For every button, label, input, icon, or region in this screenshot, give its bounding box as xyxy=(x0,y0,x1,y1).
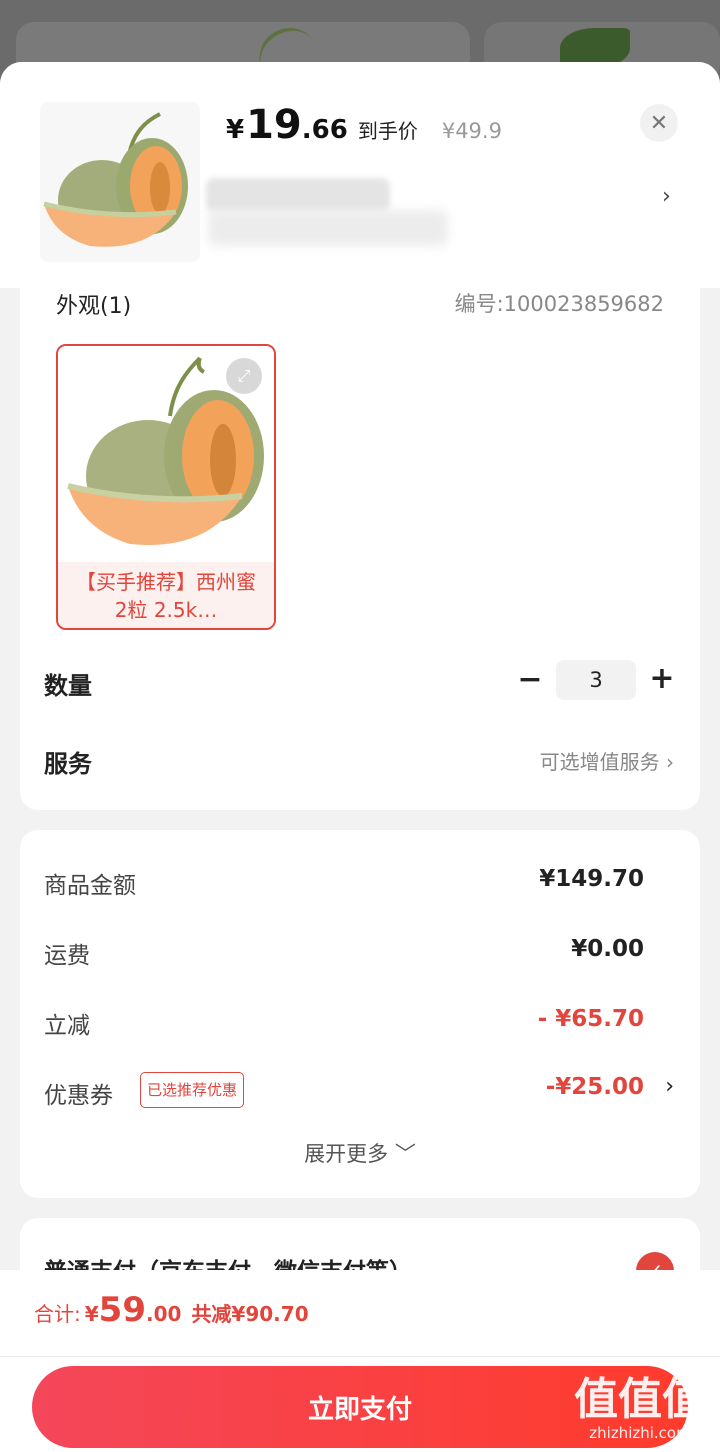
coupon-label: 优惠券 xyxy=(44,1083,113,1109)
footer-divider xyxy=(0,1356,720,1357)
price-symbol: ¥ xyxy=(226,115,245,145)
total-integer: 59 xyxy=(98,1290,146,1330)
discount-value: - ¥65.70 xyxy=(537,1006,644,1032)
coupon-tag[interactable]: 已选推荐优惠 xyxy=(140,1072,245,1108)
checkout-sheet: ¥ 19 .66 到手价 ¥49.9 ✕ › 外观(1) 编号:10002385… xyxy=(0,62,720,1452)
spec-option-label: 【买手推荐】西州蜜 2粒 2.5k… xyxy=(58,562,274,628)
spec-option-selected[interactable]: ⤢ 【买手推荐】西州蜜 2粒 2.5k… xyxy=(56,344,276,630)
quantity-label: 数量 xyxy=(44,672,92,700)
coupon-value[interactable]: -¥25.00 xyxy=(546,1074,644,1100)
total-saved: 共减¥90.70 xyxy=(191,1302,309,1326)
quantity-minus-button[interactable]: − xyxy=(516,662,544,702)
blurred-address-text xyxy=(208,210,448,246)
price-tag: 到手价 xyxy=(357,119,418,143)
total-decimal: .00 xyxy=(146,1302,182,1326)
watermark: 值值值 zhizhizhi.com xyxy=(568,1376,712,1446)
total-symbol: ¥ xyxy=(84,1302,99,1326)
expand-more-button[interactable]: 展开更多 ﹀ xyxy=(20,1138,700,1168)
goods-amount-value: ¥149.70 xyxy=(539,866,644,892)
spec-title: 外观(1) xyxy=(56,294,132,319)
chevron-right-icon[interactable]: › xyxy=(665,1074,674,1099)
close-icon[interactable]: ✕ xyxy=(640,104,678,142)
watermark-logo: 值值值 xyxy=(574,1374,706,1425)
total-label: 合计: xyxy=(34,1302,81,1326)
shipping-label: 运费 xyxy=(44,943,90,969)
watermark-url: zhizhizhi.com xyxy=(589,1424,691,1442)
fee-card: 商品金额 ¥149.70 运费 ¥0.00 立减 - ¥65.70 优惠券 已选… xyxy=(20,830,700,1198)
spec-number: 编号:100023859682 xyxy=(454,292,664,316)
quantity-plus-button[interactable]: + xyxy=(648,660,676,700)
original-price: ¥49.9 xyxy=(441,119,502,143)
service-hint-link[interactable]: 可选增值服务 › xyxy=(540,746,674,775)
discount-label: 立减 xyxy=(44,1013,90,1039)
product-header: ¥ 19 .66 到手价 ¥49.9 ✕ › xyxy=(0,62,720,288)
spec-card: 外观(1) 编号:100023859682 ⤢ 【买手推荐】西州蜜 2粒 2.5… xyxy=(20,288,700,810)
quantity-input[interactable]: 3 xyxy=(556,660,636,700)
price-decimal: .66 xyxy=(301,115,348,145)
spec-option-image: ⤢ xyxy=(58,346,274,562)
price-integer: 19 xyxy=(246,102,302,148)
shipping-value: ¥0.00 xyxy=(571,936,644,962)
melon-image xyxy=(43,112,188,247)
goods-amount-label: 商品金额 xyxy=(44,873,136,899)
service-label: 服务 xyxy=(44,750,92,778)
price-line: ¥ 19 .66 到手价 ¥49.9 xyxy=(226,102,502,154)
product-thumbnail[interactable] xyxy=(40,102,200,262)
expand-icon[interactable]: ⤢ xyxy=(226,358,262,394)
chevron-right-icon[interactable]: › xyxy=(662,184,671,209)
blurred-selection-text xyxy=(206,178,390,212)
total-line: 合计: ¥ 59 .00 共减¥90.70 xyxy=(34,1290,309,1330)
